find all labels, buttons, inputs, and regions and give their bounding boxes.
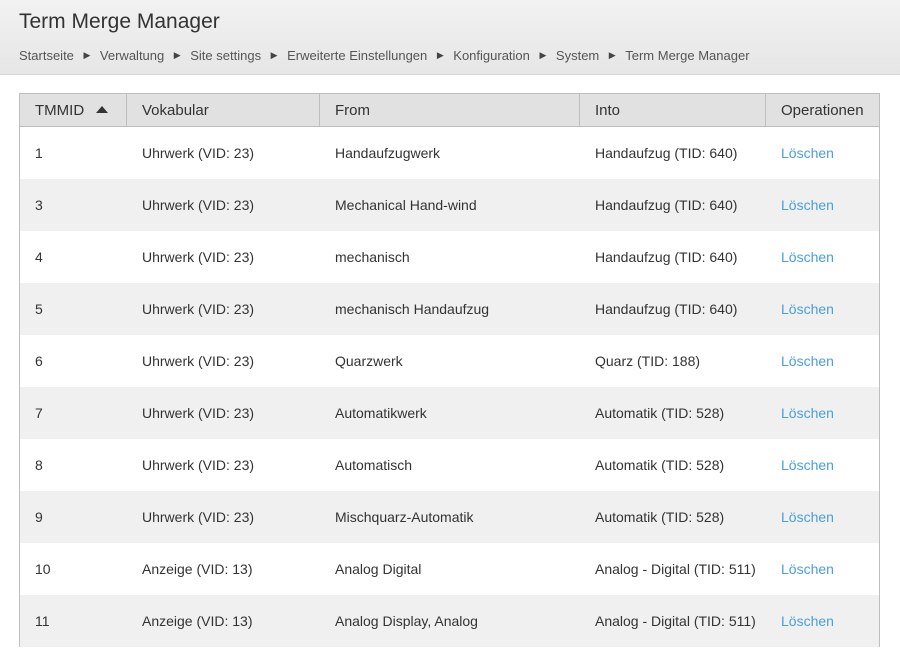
cell-vokabular: Anzeige (VID: 13) — [142, 560, 253, 577]
delete-link[interactable]: Löschen — [781, 561, 834, 577]
breadcrumb-verwaltung[interactable]: Verwaltung — [100, 48, 164, 63]
breadcrumb: Startseite ▶ Verwaltung ▶ Site settings … — [19, 48, 750, 63]
cell-from: mechanisch Handaufzug — [335, 300, 490, 317]
column-header-vokabular: Vokabular — [126, 93, 320, 127]
table-body: 1 Uhrwerk (VID: 23) Handaufzugwerk Handaufz… — [19, 126, 880, 647]
cell-operationen: Löschen — [765, 334, 880, 387]
cell-tmmid: 1 — [19, 126, 127, 179]
cell-operationen: Löschen — [765, 438, 880, 491]
column-header-from: From — [319, 93, 580, 127]
merge-table: TMMID Vokabular From Into Operationen 1U… — [19, 93, 880, 647]
column-header-tmmid[interactable]: TMMID — [19, 93, 127, 127]
merge-table-container: TMMID Vokabular From Into Operationen 1U… — [19, 93, 880, 647]
cell-tmmid: 4 — [19, 230, 127, 283]
cell-from: Handaufzugwerk — [335, 144, 441, 161]
delete-link[interactable]: Löschen — [781, 145, 834, 161]
breadcrumb-current: Term Merge Manager — [625, 48, 750, 63]
cell-operationen: Löschen — [765, 178, 880, 231]
triangle-right-icon: ▶ — [83, 50, 91, 60]
page-header: Term Merge Manager Startseite ▶ Verwaltu… — [0, 0, 900, 75]
cell-vokabular: Uhrwerk (VID: 23) — [142, 300, 255, 317]
triangle-right-icon: ▶ — [539, 50, 547, 60]
column-header-operationen: Operationen — [765, 93, 880, 127]
cell-into: Handaufzug (TID: 640) — [595, 196, 738, 213]
table-header-row: TMMID Vokabular From Into Operationen — [19, 93, 880, 127]
breadcrumb-erweiterte-einstellungen[interactable]: Erweiterte Einstellungen — [287, 48, 427, 63]
cell-tmmid: 11 — [19, 594, 127, 647]
triangle-right-icon: ▶ — [173, 50, 181, 60]
delete-link[interactable]: Löschen — [781, 249, 834, 265]
table-row: 6 Uhrwerk (VID: 23) Quarzwerk Quarz (TID: 1… — [19, 334, 880, 387]
column-header-label: TMMID — [35, 101, 85, 119]
cell-operationen: Löschen — [765, 490, 880, 543]
triangle-right-icon: ▶ — [608, 50, 616, 60]
cell-vokabular: Uhrwerk (VID: 23) — [142, 404, 255, 421]
cell-into: Handaufzug (TID: 640) — [595, 248, 738, 265]
table-row: 4 Uhrwerk (VID: 23) mechanisch Handaufzug (… — [19, 230, 880, 283]
cell-tmmid: 5 — [19, 282, 127, 335]
delete-link[interactable]: Löschen — [781, 301, 834, 317]
cell-from: Automatisch — [335, 456, 413, 473]
cell-tmmid: 8 — [19, 438, 127, 491]
cell-from: Mischquarz-Automatik — [335, 508, 474, 525]
breadcrumb-system[interactable]: System — [556, 48, 599, 63]
table-row: 1 Uhrwerk (VID: 23) Handaufzugwerk Handaufz… — [19, 126, 880, 179]
cell-into: Analog - Digital (TID: 511) — [595, 612, 756, 629]
delete-link[interactable]: Löschen — [781, 509, 834, 525]
cell-vokabular: Uhrwerk (VID: 23) — [142, 196, 255, 213]
cell-vokabular: Uhrwerk (VID: 23) — [142, 144, 255, 161]
page-title: Term Merge Manager — [19, 10, 220, 33]
delete-link[interactable]: Löschen — [781, 457, 834, 473]
column-header-into: Into — [579, 93, 766, 127]
triangle-right-icon: ▶ — [270, 50, 278, 60]
cell-tmmid: 7 — [19, 386, 127, 439]
triangle-right-icon: ▶ — [436, 50, 444, 60]
cell-vokabular: Uhrwerk (VID: 23) — [142, 352, 255, 369]
cell-from: Analog Digital — [335, 560, 422, 577]
table-row: 7 Uhrwerk (VID: 23) Automatikwerk Automatik… — [19, 386, 880, 439]
cell-into: Automatik (TID: 528) — [595, 404, 725, 421]
table-row: 11 Anzeige (VID: 13) Analog Display, Analo… — [19, 594, 880, 647]
table-row: 10 Anzeige (VID: 13) Analog Digital Analog … — [19, 542, 880, 595]
cell-tmmid: 10 — [19, 542, 127, 595]
cell-vokabular: Uhrwerk (VID: 23) — [142, 508, 255, 525]
cell-tmmid: 6 — [19, 334, 127, 387]
cell-from: Automatikwerk — [335, 404, 427, 421]
cell-into: Automatik (TID: 528) — [595, 508, 725, 525]
delete-link[interactable]: Löschen — [781, 197, 834, 213]
cell-vokabular: Anzeige (VID: 13) — [142, 612, 253, 629]
cell-tmmid: 9 — [19, 490, 127, 543]
cell-operationen: Löschen — [765, 594, 880, 647]
cell-into: Handaufzug (TID: 640) — [595, 300, 738, 317]
breadcrumb-konfiguration[interactable]: Konfiguration — [453, 48, 530, 63]
cell-into: Handaufzug (TID: 640) — [595, 144, 738, 161]
sort-ascending-icon — [96, 105, 109, 113]
cell-operationen: Löschen — [765, 230, 880, 283]
table-row: 9 Uhrwerk (VID: 23) Mischquarz-Automatik Au… — [19, 490, 880, 543]
cell-into: Quarz (TID: 188) — [595, 352, 701, 369]
cell-tmmid: 3 — [19, 178, 127, 231]
table-row: 3 Uhrwerk (VID: 23) Mechanical Hand-wind Ha… — [19, 178, 880, 231]
cell-into: Automatik (TID: 528) — [595, 456, 725, 473]
cell-into: Analog - Digital (TID: 511) — [595, 560, 756, 577]
delete-link[interactable]: Löschen — [781, 353, 834, 369]
cell-operationen: Löschen — [765, 126, 880, 179]
cell-operationen: Löschen — [765, 542, 880, 595]
table-row: 8 Uhrwerk (VID: 23) Automatisch Automatik (… — [19, 438, 880, 491]
cell-from: Mechanical Hand-wind — [335, 196, 477, 213]
cell-vokabular: Uhrwerk (VID: 23) — [142, 456, 255, 473]
cell-vokabular: Uhrwerk (VID: 23) — [142, 248, 255, 265]
cell-from: Quarzwerk — [335, 352, 403, 369]
cell-from: mechanisch — [335, 248, 410, 265]
cell-operationen: Löschen — [765, 282, 880, 335]
cell-operationen: Löschen — [765, 386, 880, 439]
table-row: 5 Uhrwerk (VID: 23) mechanisch Handaufzug H… — [19, 282, 880, 335]
cell-from: Analog Display, Analog — [335, 612, 478, 629]
breadcrumb-startseite[interactable]: Startseite — [19, 48, 74, 63]
breadcrumb-site-settings[interactable]: Site settings — [190, 48, 261, 63]
delete-link[interactable]: Löschen — [781, 405, 834, 421]
delete-link[interactable]: Löschen — [781, 613, 834, 629]
